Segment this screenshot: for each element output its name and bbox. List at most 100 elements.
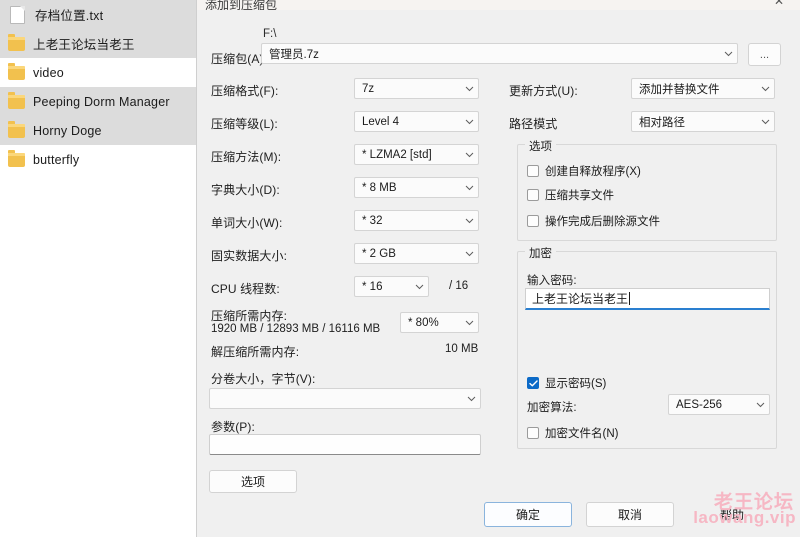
list-item[interactable]: Peeping Dorm Manager [0, 87, 196, 116]
show-password-label: 显示密码(S) [545, 378, 607, 390]
format-select[interactable]: 7z [354, 78, 479, 99]
compress-shared-files-label: 压缩共享文件 [545, 190, 614, 202]
checkbox-icon[interactable] [527, 165, 539, 177]
list-item-label: 上老王论坛当老王 [33, 38, 135, 52]
dialog-titlebar[interactable]: 添加到压缩包 ✕ [197, 0, 800, 10]
dictionary-size-label: 字典大小(D): [211, 183, 280, 197]
path-mode-label: 路径模式 [509, 117, 558, 131]
cpu-threads-total: / 16 [449, 280, 469, 292]
compress-shared-files-checkbox[interactable]: 压缩共享文件 [527, 187, 614, 203]
chevron-down-icon[interactable] [460, 86, 478, 92]
archive-name-value: 管理员.7z [269, 48, 319, 61]
chevron-down-icon[interactable] [460, 119, 478, 125]
list-item-label: Horny Doge [33, 123, 102, 138]
checkbox-checked-icon[interactable] [527, 377, 539, 389]
volume-size-input[interactable] [209, 388, 481, 409]
folder-icon [8, 120, 25, 138]
list-item[interactable]: Horny Doge [0, 116, 196, 145]
browse-button[interactable]: ... [748, 43, 781, 66]
close-icon[interactable]: ✕ [757, 0, 800, 10]
format-label: 压缩格式(F): [211, 84, 279, 98]
method-select[interactable]: * LZMA2 [std] [354, 144, 479, 165]
chevron-down-icon[interactable] [410, 284, 428, 290]
encrypt-filenames-checkbox[interactable]: 加密文件名(N) [527, 425, 618, 441]
list-item[interactable]: 上老王论坛当老王 [0, 29, 196, 58]
chevron-down-icon[interactable] [460, 152, 478, 158]
folder-icon [8, 62, 25, 80]
checkbox-icon[interactable] [527, 189, 539, 201]
solid-block-size-value: * 2 GB [362, 247, 396, 260]
list-item-label: video [33, 65, 64, 80]
chevron-down-icon[interactable] [460, 185, 478, 191]
folder-icon [8, 149, 25, 167]
chevron-down-icon[interactable] [756, 86, 774, 92]
dialog-title: 添加到压缩包 [205, 0, 278, 10]
parameters-label: 参数(P): [211, 420, 255, 434]
list-item[interactable]: video [0, 58, 196, 87]
solid-block-size-select[interactable]: * 2 GB [354, 243, 479, 264]
encrypt-filenames-label: 加密文件名(N) [545, 428, 619, 440]
archive-label: 压缩包(A): [211, 52, 268, 66]
password-input[interactable]: 上老王论坛当老王 [525, 288, 770, 310]
compress-memory-label: 压缩所需内存: [211, 309, 288, 323]
method-value: * LZMA2 [std] [362, 148, 432, 161]
chevron-down-icon[interactable] [460, 251, 478, 257]
chevron-down-icon[interactable] [462, 396, 480, 402]
options-group-title: 选项 [525, 138, 556, 154]
cancel-button[interactable]: 取消 [586, 502, 674, 527]
dictionary-size-select[interactable]: * 8 MB [354, 177, 479, 198]
list-item-label: butterfly [33, 152, 80, 167]
cpu-threads-label: CPU 线程数: [211, 282, 280, 296]
list-item[interactable]: butterfly [0, 145, 196, 174]
file-list[interactable]: 存档位置.txt 上老王论坛当老王 video Peeping Dorm Man… [0, 0, 196, 537]
path-mode-value: 相对路径 [639, 116, 685, 129]
show-password-checkbox[interactable]: 显示密码(S) [527, 375, 606, 391]
memory-percent-select[interactable]: * 80% [400, 312, 479, 333]
delete-after-label: 操作完成后删除源文件 [545, 216, 660, 228]
chevron-down-icon[interactable] [756, 119, 774, 125]
create-sfx-checkbox[interactable]: 创建自释放程序(X) [527, 163, 641, 179]
ok-button[interactable]: 确定 [484, 502, 572, 527]
update-mode-label: 更新方式(U): [509, 84, 578, 98]
chevron-down-icon[interactable] [719, 51, 737, 57]
chevron-down-icon[interactable] [460, 320, 478, 326]
folder-icon [8, 91, 25, 109]
text-caret [629, 292, 631, 305]
parameters-input[interactable] [209, 434, 481, 455]
algorithm-select[interactable]: AES-256 [668, 394, 770, 415]
update-mode-select[interactable]: 添加并替换文件 [631, 78, 775, 99]
word-size-value: * 32 [362, 214, 383, 227]
archive-path: F:\ [263, 28, 277, 40]
memory-percent-value: * 80% [408, 316, 439, 329]
volume-size-label: 分卷大小，字节(V): [211, 372, 316, 386]
word-size-select[interactable]: * 32 [354, 210, 479, 231]
cpu-threads-value: * 16 [362, 280, 383, 293]
chevron-down-icon[interactable] [460, 218, 478, 224]
archive-name-input[interactable]: 管理员.7z [261, 43, 738, 64]
cpu-threads-select[interactable]: * 16 [354, 276, 429, 297]
word-size-label: 单词大小(W): [211, 216, 283, 230]
update-mode-value: 添加并替换文件 [639, 83, 720, 96]
solid-block-size-label: 固实数据大小: [211, 249, 288, 263]
checkbox-icon[interactable] [527, 427, 539, 439]
folder-icon [8, 33, 25, 51]
list-item[interactable]: 存档位置.txt [0, 0, 196, 29]
checkbox-icon[interactable] [527, 215, 539, 227]
level-select[interactable]: Level 4 [354, 111, 479, 132]
method-label: 压缩方法(M): [211, 150, 282, 164]
delete-after-checkbox[interactable]: 操作完成后删除源文件 [527, 213, 660, 229]
options-button[interactable]: 选项 [209, 470, 297, 493]
dictionary-size-value: * 8 MB [362, 181, 397, 194]
format-value: 7z [362, 82, 375, 95]
password-label: 输入密码: [527, 275, 577, 287]
chevron-down-icon[interactable] [751, 402, 769, 408]
compress-memory-value: 1920 MB / 12893 MB / 16116 MB [211, 323, 381, 335]
level-label: 压缩等级(L): [211, 117, 278, 131]
path-mode-select[interactable]: 相对路径 [631, 111, 775, 132]
level-value: Level 4 [362, 115, 400, 128]
watermark-line2: laowang.vip [693, 508, 796, 527]
encryption-group-title: 加密 [525, 245, 556, 261]
create-sfx-label: 创建自释放程序(X) [545, 166, 641, 178]
password-value: 上老王论坛当老王 [532, 292, 629, 306]
decompress-memory-value: 10 MB [445, 343, 479, 355]
